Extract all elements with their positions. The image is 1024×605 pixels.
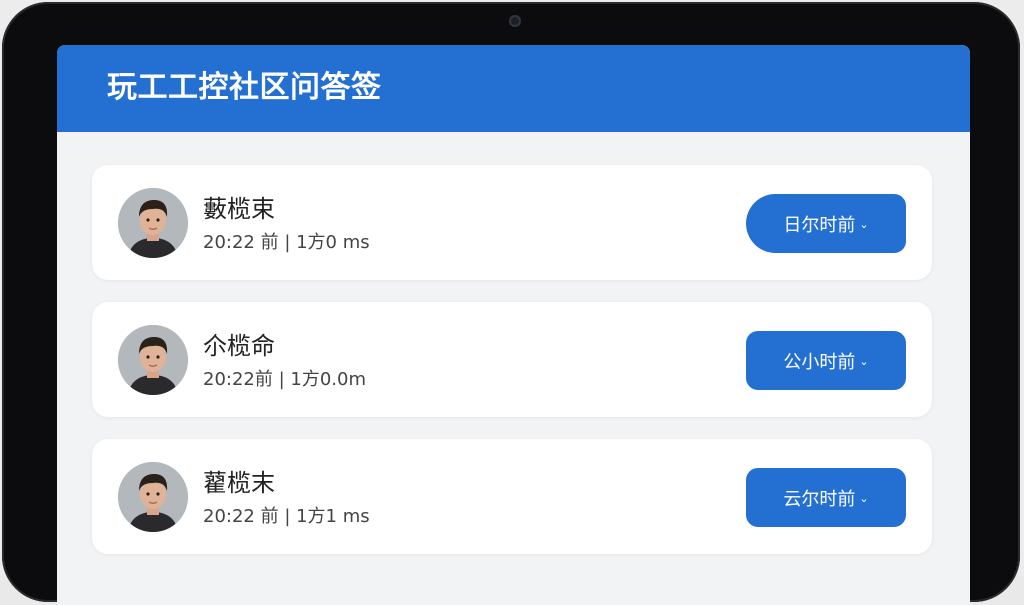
user-avatar-icon xyxy=(118,188,188,258)
page-title: 玩工工控社区问答签 xyxy=(107,70,382,105)
user-avatar-icon xyxy=(118,462,188,532)
time-dropdown-button[interactable]: 日尔时前 ⌄ xyxy=(746,194,906,253)
time-dropdown-label: 公小时前 xyxy=(783,351,856,373)
user-name: 藋榄末 xyxy=(203,469,275,497)
chevron-down-icon: ⌄ xyxy=(859,492,869,505)
chevron-down-icon: ⌄ xyxy=(859,218,869,231)
list-item[interactable]: 尒榄命 20:22前 | 1方0.0m 公小时前 ⌄ xyxy=(92,302,932,417)
time-dropdown-button[interactable]: 云尔时前 ⌄ xyxy=(746,468,906,527)
time-dropdown-button[interactable]: 公小时前 ⌄ xyxy=(746,331,906,390)
avatar xyxy=(118,462,188,532)
post-meta: 20:22前 | 1方0.0m xyxy=(203,369,366,390)
time-dropdown-label: 日尔时前 xyxy=(783,214,856,236)
user-name: 尒榄命 xyxy=(203,332,275,360)
tablet-device: 玩工工控社区问答签 藪榄束 20:22 前 | 1方0 ms 日尔时前 ⌄ 尒榄… xyxy=(0,0,1024,605)
list-item[interactable]: 藋榄末 20:22 前 | 1方1 ms 云尔时前 ⌄ xyxy=(92,439,932,554)
list-item[interactable]: 藪榄束 20:22 前 | 1方0 ms 日尔时前 ⌄ xyxy=(92,165,932,280)
front-camera xyxy=(509,15,521,27)
avatar xyxy=(118,325,188,395)
user-avatar-icon xyxy=(118,325,188,395)
chevron-down-icon: ⌄ xyxy=(859,355,869,368)
post-meta: 20:22 前 | 1方0 ms xyxy=(203,232,370,253)
post-meta: 20:22 前 | 1方1 ms xyxy=(203,506,370,527)
time-dropdown-label: 云尔时前 xyxy=(783,488,856,510)
app-header: 玩工工控社区问答签 xyxy=(57,45,970,132)
avatar xyxy=(118,188,188,258)
user-name: 藪榄束 xyxy=(203,195,275,223)
app-screen: 玩工工控社区问答签 藪榄束 20:22 前 | 1方0 ms 日尔时前 ⌄ 尒榄… xyxy=(57,45,970,605)
